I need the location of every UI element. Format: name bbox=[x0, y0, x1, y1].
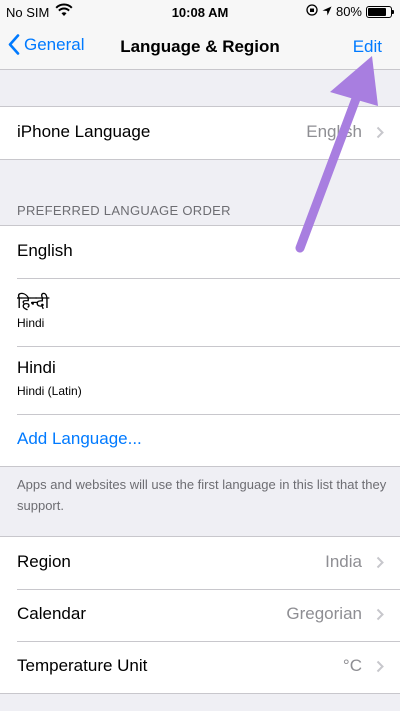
page-title: Language & Region bbox=[120, 37, 280, 56]
iphone-language-group: iPhone Language English bbox=[0, 106, 400, 160]
row-label: Calendar bbox=[17, 604, 86, 623]
region-settings-group: Region India Calendar Gregorian Temperat… bbox=[0, 536, 400, 694]
row-label: iPhone Language bbox=[17, 122, 151, 141]
language-row-hindi-latin[interactable]: Hindi Hindi (Latin) bbox=[0, 346, 400, 414]
language-row-english[interactable]: English bbox=[0, 226, 400, 278]
row-value: Gregorian bbox=[286, 604, 362, 623]
iphone-language-row[interactable]: iPhone Language English bbox=[0, 107, 400, 159]
chevron-right-icon bbox=[376, 556, 384, 569]
add-language-row[interactable]: Add Language... bbox=[0, 414, 400, 466]
region-row[interactable]: Region India bbox=[0, 537, 400, 589]
row-value: °C bbox=[342, 656, 362, 675]
status-right: 80% bbox=[306, 4, 394, 19]
language-sublabel: Hindi bbox=[17, 316, 45, 330]
row-label: Region bbox=[17, 552, 71, 571]
row-label: Temperature Unit bbox=[17, 656, 148, 675]
row-value: India bbox=[325, 552, 362, 571]
edit-button[interactable]: Edit bbox=[353, 37, 382, 57]
preferred-language-list: English हिन्दी Hindi Hindi Hindi (Latin)… bbox=[0, 225, 400, 467]
language-label: Hindi bbox=[17, 358, 56, 377]
orientation-lock-icon bbox=[306, 4, 318, 19]
battery-icon bbox=[366, 5, 394, 18]
calendar-row[interactable]: Calendar Gregorian bbox=[0, 589, 400, 641]
chevron-right-icon bbox=[376, 660, 384, 673]
status-bar: No SIM 10:08 AM 80% bbox=[0, 0, 400, 26]
section-footer: Apps and websites will use the first lan… bbox=[17, 477, 387, 513]
temperature-unit-row[interactable]: Temperature Unit °C bbox=[0, 641, 400, 693]
language-label: English bbox=[17, 241, 73, 260]
chevron-right-icon bbox=[376, 126, 384, 139]
navigation-bar: General Language & Region Edit bbox=[0, 26, 400, 70]
battery-percent: 80% bbox=[335, 4, 362, 19]
section-header: PREFERRED LANGUAGE ORDER bbox=[17, 203, 231, 218]
language-sublabel: Hindi (Latin) bbox=[17, 384, 82, 398]
location-icon bbox=[322, 4, 332, 19]
row-value: English bbox=[306, 122, 362, 141]
language-row-hindi-devanagari[interactable]: हिन्दी Hindi bbox=[0, 278, 400, 346]
add-language-button[interactable]: Add Language... bbox=[17, 429, 142, 449]
language-label: हिन्दी bbox=[17, 293, 50, 312]
chevron-right-icon bbox=[376, 608, 384, 621]
